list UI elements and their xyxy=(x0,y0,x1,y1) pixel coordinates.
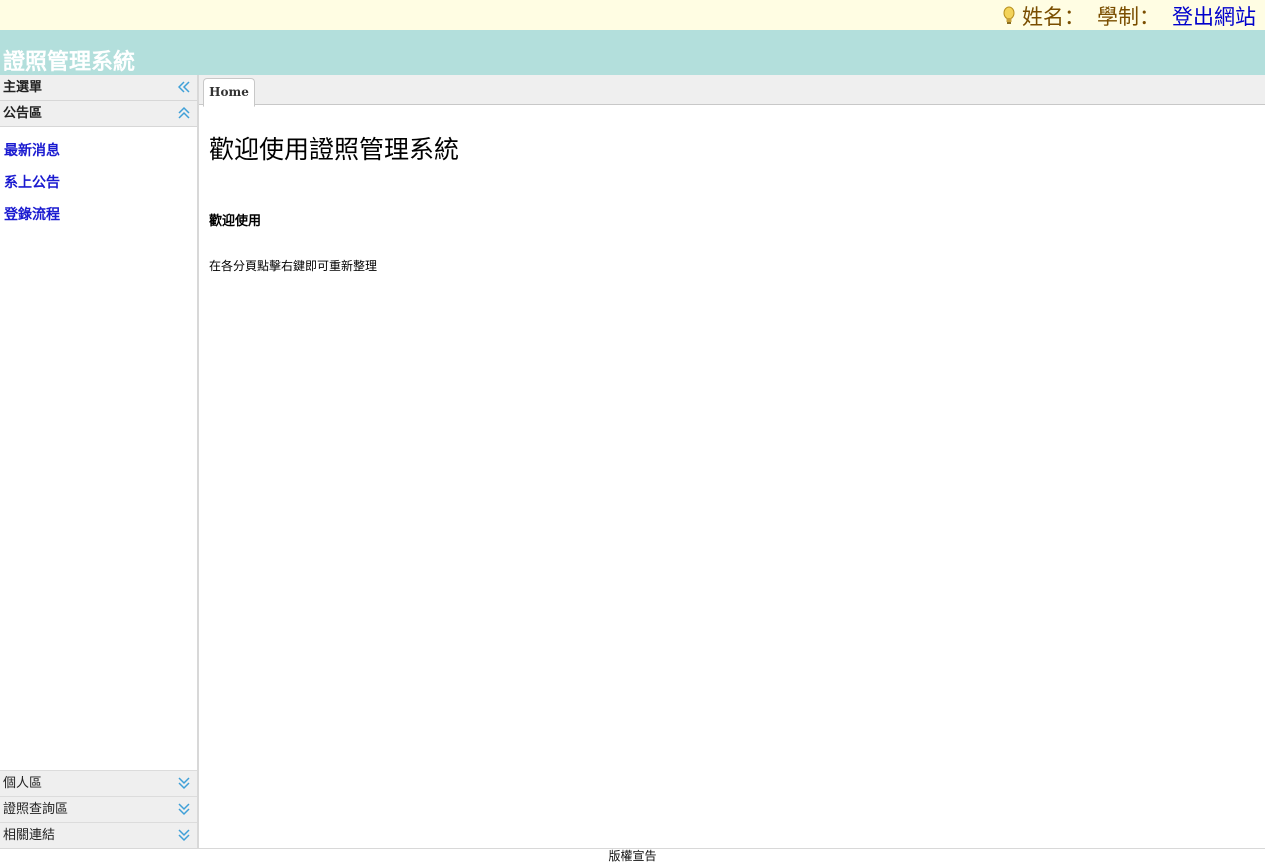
chevron-down-icon[interactable] xyxy=(178,802,190,816)
license-query-panel-label: 證照查詢區 xyxy=(3,802,69,817)
chevron-up-icon[interactable] xyxy=(178,106,190,120)
page-title: 歡迎使用證照管理系統 xyxy=(209,135,460,164)
license-query-panel-header[interactable]: 證照查詢區 xyxy=(0,796,197,822)
chevron-down-icon[interactable] xyxy=(178,776,190,790)
copyright-link[interactable]: 版權宣告 xyxy=(608,849,656,863)
refresh-hint-text: 在各分頁點擊右鍵即可重新整理 xyxy=(209,259,378,273)
footer: 版權宣告 xyxy=(0,848,1265,864)
collapsed-panels: 個人區 證照查詢區 相關連結 xyxy=(0,770,197,848)
chevron-down-icon[interactable] xyxy=(178,828,190,842)
user-system-label: 學制： xyxy=(1097,5,1160,29)
announcement-panel-label: 公告區 xyxy=(3,106,43,121)
tab-bar: Home xyxy=(199,75,1265,107)
logout-link[interactable]: 登出網站 xyxy=(1172,1,1256,31)
user-name-label: 姓名： xyxy=(1022,5,1085,29)
announcement-link-latest-news[interactable]: 最新消息 xyxy=(4,139,197,171)
user-bar: 姓名： 學制： 登出網站 xyxy=(0,0,1265,30)
personal-panel-header[interactable]: 個人區 xyxy=(0,770,197,796)
tab-home[interactable]: Home xyxy=(203,78,255,107)
personal-panel-label: 個人區 xyxy=(3,776,43,791)
announcement-link-department[interactable]: 系上公告 xyxy=(4,171,197,203)
app-title: 證照管理系統 xyxy=(3,49,136,75)
main-menu-header: 主選單 xyxy=(0,75,197,101)
announcement-panel-header[interactable]: 公告區 xyxy=(0,101,197,127)
sidebar: 主選單 公告區 最新消息 系上公告 登錄流程 個人區 證照查詢區 相關連結 xyxy=(0,75,199,848)
announcement-list: 最新消息 系上公告 登錄流程 xyxy=(0,127,197,235)
related-links-panel-header[interactable]: 相關連結 xyxy=(0,822,197,848)
user-info: 姓名： 學制： 登出網站 xyxy=(1002,3,1256,29)
welcome-subheading: 歡迎使用 xyxy=(209,214,262,229)
announcement-link-process[interactable]: 登錄流程 xyxy=(4,203,197,235)
header-banner: 證照管理系統 xyxy=(0,30,1265,75)
related-links-panel-label: 相關連結 xyxy=(3,828,56,843)
main-content: 歡迎使用證照管理系統 歡迎使用 在各分頁點擊右鍵即可重新整理 xyxy=(209,130,1249,274)
main-menu-label: 主選單 xyxy=(3,80,43,95)
collapse-left-icon[interactable] xyxy=(178,80,190,94)
lightbulb-icon xyxy=(1003,6,1015,24)
